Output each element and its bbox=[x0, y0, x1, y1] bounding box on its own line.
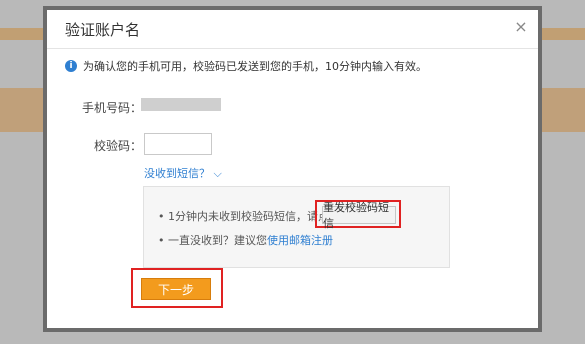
bullet: • bbox=[158, 234, 168, 247]
chevron-down-icon: ⌵ bbox=[213, 167, 222, 180]
verification-code-input[interactable] bbox=[144, 133, 212, 155]
help-line-2-text: 一直没收到？建议您 bbox=[168, 234, 267, 247]
verify-account-dialog: 验证账户名 × i 为确认您的手机可用，校验码已发送到您的手机，10分钟内输入有… bbox=[43, 6, 542, 332]
info-text: 为确认您的手机可用，校验码已发送到您的手机，10分钟内输入有效。 bbox=[83, 60, 427, 73]
help-line-1: • 1分钟内未收到校验码短信，请点击 bbox=[158, 208, 340, 224]
close-icon[interactable]: × bbox=[512, 18, 530, 36]
code-label: 校验码： bbox=[94, 139, 143, 153]
help-line-2: • 一直没收到？建议您使用邮箱注册 bbox=[158, 232, 333, 248]
email-register-link[interactable]: 使用邮箱注册 bbox=[267, 234, 333, 247]
next-step-button[interactable]: 下一步 bbox=[141, 278, 211, 300]
info-icon: i bbox=[65, 60, 77, 72]
dialog-header: 验证账户名 × bbox=[47, 10, 538, 49]
dialog-title: 验证账户名 bbox=[65, 21, 141, 39]
no-sms-link-label: 没收到短信？ bbox=[144, 167, 210, 180]
no-sms-link[interactable]: 没收到短信？ ⌵ bbox=[144, 165, 222, 181]
bullet: • bbox=[158, 210, 168, 223]
info-line: i 为确认您的手机可用，校验码已发送到您的手机，10分钟内输入有效。 bbox=[65, 58, 427, 74]
resend-code-button[interactable]: 重发校验码短信 bbox=[322, 201, 396, 230]
phone-label: 手机号码： bbox=[82, 101, 143, 115]
phone-number-masked bbox=[141, 98, 221, 111]
help-box: • 1分钟内未收到校验码短信，请点击 • 一直没收到？建议您使用邮箱注册 bbox=[143, 186, 450, 268]
